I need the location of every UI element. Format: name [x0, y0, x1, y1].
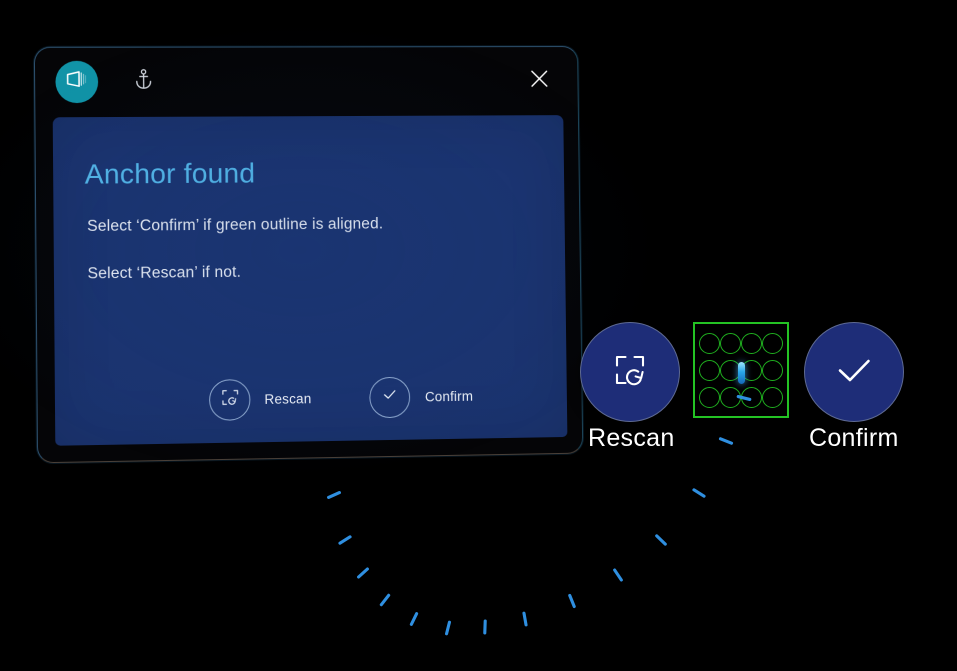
arc-tick	[568, 593, 576, 609]
arc-tick	[327, 491, 341, 499]
dialog-body-line-2: Select ‘Rescan’ if not.	[87, 263, 242, 283]
arc-tick	[445, 620, 451, 636]
anchor-button[interactable]	[126, 65, 161, 99]
arc-tick	[409, 612, 419, 626]
titlebar-spacer	[161, 81, 517, 82]
dialog-title: Anchor found	[84, 157, 256, 190]
dialog-rescan-icon-ring	[208, 378, 251, 421]
world-confirm-label: Confirm	[809, 424, 899, 452]
anchor-dot	[699, 360, 720, 381]
dialog-content-panel: Anchor found Select ‘Confirm’ if green o…	[52, 115, 568, 446]
arc-tick	[613, 568, 623, 582]
dialog-frame: Anchor found Select ‘Confirm’ if green o…	[33, 46, 584, 464]
arc-tick	[655, 534, 667, 546]
arc-tick	[718, 437, 734, 445]
rescan-icon	[608, 348, 652, 397]
world-rescan-label: Rescan	[588, 424, 675, 452]
anchor-dot	[699, 333, 720, 354]
slate-3d-icon	[65, 68, 90, 95]
close-icon	[527, 66, 551, 95]
dialog-confirm-label: Confirm	[424, 388, 474, 404]
world-rescan-button[interactable]	[580, 322, 680, 422]
dialog-confirm-icon-ring	[369, 376, 411, 418]
arc-tick	[338, 535, 352, 545]
anchor-icon	[134, 68, 152, 95]
arc-tick	[692, 488, 706, 498]
dialog-confirm-button[interactable]: Confirm	[369, 375, 473, 418]
anchor-dot	[762, 387, 783, 408]
arc-tick	[357, 567, 369, 579]
gaze-cursor	[738, 362, 745, 384]
close-button[interactable]	[517, 58, 563, 104]
arc-tick	[483, 619, 487, 635]
anchor-dot	[741, 387, 762, 408]
arc-tick	[379, 593, 391, 607]
world-confirm-button[interactable]	[804, 322, 904, 422]
dialog-rescan-label: Rescan	[264, 390, 312, 407]
mixed-reality-scene: Anchor found Select ‘Confirm’ if green o…	[0, 0, 957, 671]
dialog-body-line-1: Select ‘Confirm’ if green outline is ali…	[87, 215, 384, 235]
anchor-dot	[762, 360, 783, 381]
anchor-dot	[741, 333, 762, 354]
dialog-rescan-button[interactable]: Rescan	[208, 378, 312, 421]
anchor-dot	[699, 387, 720, 408]
anchor-dot	[762, 333, 783, 354]
anchor-dialog-window: Anchor found Select ‘Confirm’ if green o…	[33, 46, 584, 464]
anchor-dot	[720, 333, 741, 354]
arc-tick	[522, 611, 528, 627]
app-badge[interactable]	[55, 60, 99, 104]
check-icon	[380, 385, 399, 409]
anchor-dot	[720, 387, 741, 408]
rescan-icon	[220, 387, 240, 412]
dialog-titlebar	[35, 47, 578, 116]
check-icon	[827, 343, 881, 402]
dialog-actions: Rescan Confirm	[55, 352, 568, 446]
